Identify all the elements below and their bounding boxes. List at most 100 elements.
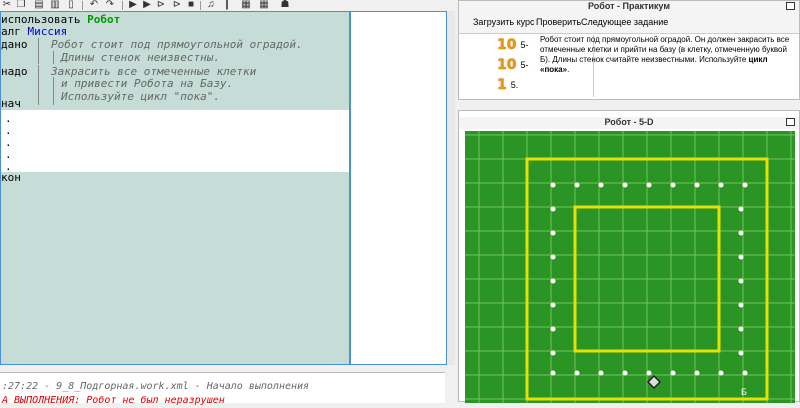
task-item[interactable]: 1 5. [497,75,518,95]
marked-cell [622,370,628,376]
robot-panel-title: Робот - 5-D [459,117,799,129]
task-description: Робот стоит под прямоугольной оградой. О… [540,35,795,75]
console-line-error: А ВЫПОЛНЕНИЯ: Робот не был неразрушен [2,395,225,406]
marked-cell [694,182,700,188]
keyword-end: кон [1,171,21,184]
marked-cell [718,182,724,188]
comment-bar [53,77,54,105]
marked-cell [738,254,744,260]
task-label: 5- [520,60,529,70]
editor-margin[interactable] [350,11,447,365]
editor-scrollbar[interactable] [447,11,455,365]
marked-cell [694,370,700,376]
marked-cell [646,182,652,188]
code-line-end: кон [1,172,21,184]
marked-cell [598,182,604,188]
stretch-icon[interactable]: ┃ [222,0,232,10]
task-item[interactable]: 10 5- [497,55,529,75]
table-icon[interactable]: ▦ [258,0,270,10]
marked-cell [738,230,744,236]
run-icon[interactable]: ▶ [128,0,138,10]
marked-cell [718,370,724,376]
paste-special-icon[interactable]: ▥ [50,0,60,10]
marked-cell [598,370,604,376]
marked-cell [550,370,556,376]
document-icon[interactable]: ▯ [66,0,76,10]
panel-float-icon[interactable] [786,118,795,126]
module-name: Робот [87,13,121,26]
editable-region[interactable] [1,110,349,172]
robot-icon[interactable]: ☗ [278,0,292,10]
next-task-button[interactable]: Следующее задание [581,17,668,27]
marked-cell [622,182,628,188]
task-description-end: . [567,65,570,74]
marked-cell [574,182,580,188]
keyword-need: надо [1,65,28,78]
output-console[interactable]: :27:22 - 9_8_Подгорная.work.xml - Начало… [0,372,445,406]
comment-need-3: Используйте цикл "пока". [61,90,220,103]
marked-cell [670,370,676,376]
console-line-start: :27:22 - 9_8_Подгорная.work.xml - Начало… [2,381,310,392]
practicum-title: Робот - Практикум [459,1,799,13]
marked-cell [574,370,580,376]
marked-cell [550,326,556,332]
task-mark: 10 [497,37,517,53]
marked-cell [738,278,744,284]
step-icon[interactable]: ⊳ [156,0,166,10]
robot-field-canvas: Б [465,131,795,403]
task-label: 5- [520,40,529,50]
code-line-alg: алг Миссия [1,26,67,38]
code-line-need: надо [1,66,28,78]
step-out-icon[interactable]: ⊳ [172,0,182,10]
algorithm-name: Миссия [27,25,68,38]
marked-cell [738,302,744,308]
stop-icon[interactable]: ■ [186,0,196,10]
music-icon[interactable]: ♫ [205,0,217,10]
keyword-begin: нач [1,97,21,110]
code-line-begin: нач [1,98,21,110]
code-line-given: дано [1,39,28,51]
cut-icon[interactable]: ✂ [2,0,12,10]
paste-icon[interactable]: ▤ [34,0,44,10]
base-marker: Б [741,387,747,397]
robot-icon [646,374,662,390]
keyword-given: дано [1,38,28,51]
copy-icon[interactable]: ❐ [16,0,26,10]
undo-icon[interactable]: ↶ [88,0,100,10]
code-editor[interactable]: использовать Робот алг Миссия дано Робот… [0,11,350,365]
marked-cell [550,278,556,284]
step-run-icon[interactable]: ▶ [142,0,152,10]
comment-bar [38,38,39,64]
marked-cell [738,326,744,332]
task-label: 5. [510,80,519,90]
comment-need-2: и привести Робота на Базу. [61,77,234,90]
calculator-icon[interactable]: ▦ [240,0,252,10]
marked-cell [550,302,556,308]
check-button[interactable]: Проверить [536,17,581,27]
task-mark: 10 [497,57,517,73]
panel-float-icon[interactable] [786,2,795,10]
marked-cell [742,182,748,188]
comment-given-1: Робот стоит под прямоугольной оградой. [51,38,303,51]
task-item[interactable]: 10 5- [497,35,529,55]
marked-cell [742,370,748,376]
marked-cell [550,206,556,212]
comment-bar [53,51,54,64]
toolbar-separator [122,1,123,10]
marked-cell [738,206,744,212]
marked-cell [550,254,556,260]
grid-lines [465,131,795,403]
marked-cell [550,350,556,356]
toolbar-separator [200,1,201,10]
practicum-toolbar: Загрузить курс Проверить Следующее задан… [459,13,799,34]
robot-panel: Робот - 5-D Б [458,110,800,403]
toolbar-separator [82,1,83,10]
comment-bar [38,65,39,105]
keyword-alg: алг [1,25,21,38]
marked-cell [646,370,652,376]
load-course-button[interactable]: Загрузить курс [473,17,535,27]
practicum-panel: Робот - Практикум Загрузить курс Провери… [458,0,800,100]
redo-icon[interactable]: ↷ [104,0,116,10]
marked-cell [550,230,556,236]
robot-field[interactable]: Б [465,131,795,403]
